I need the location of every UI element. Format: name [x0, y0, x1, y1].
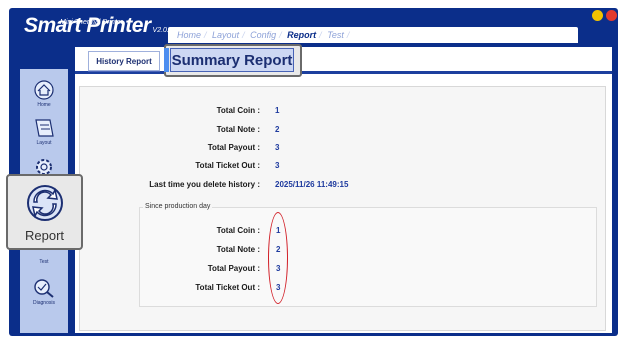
sidebar-item-label: Report: [24, 228, 65, 243]
top-nav: Home / Layout / Config / Report / Test /: [177, 30, 350, 40]
last-delete-value: 2025/11/26 11:49:15: [275, 180, 349, 189]
tab-history-report[interactable]: History Report: [88, 51, 160, 71]
summary-row-value: 2: [275, 125, 280, 134]
nav-test[interactable]: Test: [327, 30, 344, 40]
tab-strip: [75, 71, 612, 74]
minimize-button[interactable]: [592, 10, 603, 21]
summary-row-value: 3: [275, 161, 280, 170]
tab-accent: [164, 48, 169, 72]
sidebar-item-label: Layout: [36, 140, 52, 146]
report-icon: [27, 185, 63, 221]
nav-home[interactable]: Home: [177, 30, 201, 40]
sidebar-item-label: Diagnosis: [33, 300, 55, 306]
summary-row-value: 3: [275, 143, 280, 152]
sidebar-item-report[interactable]: Report: [6, 174, 83, 250]
nav-config[interactable]: Config: [250, 30, 276, 40]
highlight-oval: [268, 212, 288, 304]
app-logo: Smart Printer V2.0.27: [24, 14, 177, 38]
sidebar-item-label: Home: [37, 102, 51, 108]
close-button[interactable]: [606, 10, 617, 21]
app-subtitle: Mini Thermal Printer: [60, 19, 124, 26]
home-icon: [34, 80, 54, 100]
sidebar-item-layout[interactable]: Layout: [24, 113, 64, 153]
since-production-title: Since production day: [143, 203, 213, 210]
sidebar-item-home[interactable]: Home: [24, 75, 64, 115]
nav-report[interactable]: Report: [287, 30, 316, 40]
since-production-panel: [139, 207, 597, 307]
nav-layout[interactable]: Layout: [212, 30, 239, 40]
tab-summary-report[interactable]: Summary Report: [170, 48, 294, 72]
summary-row-value: 1: [275, 106, 280, 115]
layout-icon: [35, 119, 54, 137]
diagnosis-icon: [34, 279, 54, 298]
sidebar-item-label: Test: [39, 259, 49, 265]
sidebar-item-diagnosis[interactable]: Diagnosis: [24, 273, 64, 313]
